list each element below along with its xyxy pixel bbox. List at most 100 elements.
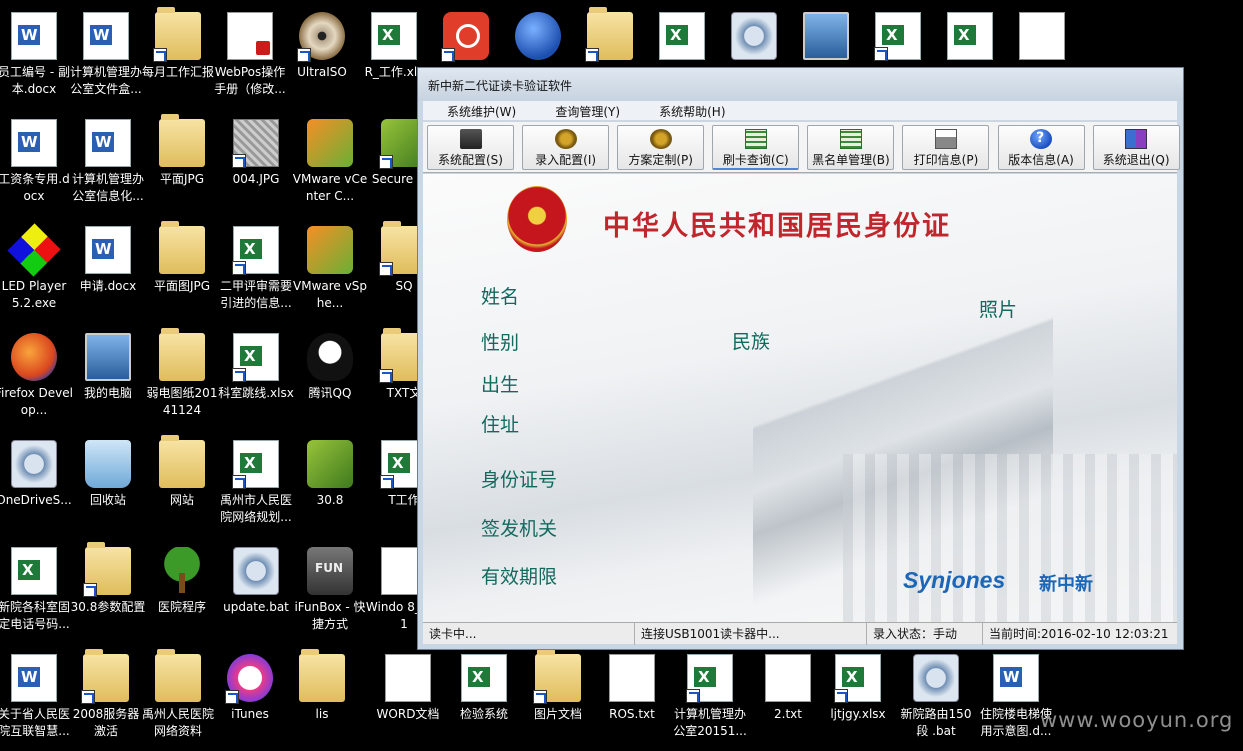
shortcut-arrow-icon	[232, 368, 246, 382]
desktop-icon[interactable]: iFunBox - 快捷方式	[290, 535, 370, 640]
desktop-icon-label: LED Player 5.2.exe	[1, 279, 67, 310]
desktop-icon[interactable]: 我的电脑	[68, 321, 148, 426]
folder-icon	[159, 114, 205, 167]
keyboard-icon	[459, 129, 482, 149]
desktop-icon[interactable]: 回收站	[68, 428, 148, 533]
desktop-icon[interactable]: 禹州人民医院网络资料	[138, 642, 218, 747]
shortcut-arrow-icon	[379, 262, 393, 276]
excel-icon	[686, 654, 733, 703]
desktop-icon[interactable]: 医院程序	[142, 535, 222, 640]
card-query-button[interactable]: 刷卡查询(C)	[712, 125, 800, 170]
desktop-icon-label: 申请.docx	[79, 279, 137, 293]
desktop-icon[interactable]: 2008服务器激活	[66, 642, 146, 747]
desktop-icon-label: 二甲评审需要引进的信息...	[219, 279, 292, 310]
tools-app-icon	[803, 12, 849, 60]
field-gender-label: 性别	[481, 332, 520, 354]
print-info-button[interactable]: 打印信息(P)	[902, 125, 990, 170]
desktop-icon[interactable]: 新院路由150段 .bat	[896, 642, 976, 747]
pdf-icon	[227, 12, 273, 60]
desktop-icon[interactable]: 申请.docx	[68, 214, 148, 319]
desktop-icon[interactable]: VMware vCenter C...	[290, 107, 370, 212]
exit-icon	[1125, 129, 1148, 149]
desktop-icon[interactable]: 网站	[142, 428, 222, 533]
desktop-icon-label: lis	[315, 707, 329, 721]
system-exit-button[interactable]: 系统退出(Q)	[1092, 125, 1180, 170]
file-icon	[1019, 12, 1065, 60]
desktop-icon[interactable]: VMware vSphe...	[290, 214, 370, 319]
excel-icon	[947, 12, 993, 60]
desktop-icon[interactable]: 员工编号 - 副本.docx	[0, 0, 74, 105]
desktop-icon-label: 平面图JPG	[153, 279, 211, 293]
folder-icon	[83, 542, 131, 597]
excel-icon	[11, 547, 57, 595]
desktop-icon[interactable]: ROS.txt	[592, 642, 672, 747]
great-wall-background-lower	[843, 454, 1177, 622]
desktop-icon-label: OneDriveS...	[0, 493, 72, 507]
edit-app-icon	[461, 654, 507, 702]
word-doc-icon	[993, 654, 1039, 702]
desktop-icon[interactable]: 弱电图纸20141124	[142, 321, 222, 426]
desktop-icon-label: iTunes	[231, 707, 269, 721]
id-card-reader-window[interactable]: 新中新二代证读卡验证软件 系统维护(W) 查询管理(Y) 系统帮助(H) 系统配…	[417, 67, 1184, 650]
scheme-custom-label: 方案定制(P)	[628, 153, 693, 167]
desktop-icon[interactable]: lis	[282, 642, 362, 747]
desktop-icon[interactable]: 004.JPG	[216, 107, 296, 212]
desktop-icon[interactable]: 新院各科室固定电话号码...	[0, 535, 74, 640]
desktop-icon[interactable]: WORD文档	[368, 642, 448, 747]
desktop-icon-label: ljtjgy.xlsx	[830, 707, 886, 721]
field-address-label: 住址	[481, 414, 520, 436]
status-entry-state: 录入状态：手动	[867, 623, 983, 645]
desktop-icon[interactable]: OneDriveS...	[0, 428, 74, 533]
excel-icon	[371, 12, 417, 60]
desktop-icon[interactable]: 30.8	[290, 428, 370, 533]
version-info-button[interactable]: 版本信息(A)	[997, 125, 1085, 170]
blacklist-button[interactable]: 黑名单管理(B)	[807, 125, 895, 170]
desktop-icon[interactable]: 二甲评审需要引进的信息...	[216, 214, 296, 319]
gear-file-icon	[913, 654, 959, 702]
desktop-icon[interactable]: ljtjgy.xlsx	[818, 642, 898, 747]
desktop-icon[interactable]: 禹州市人民医院网络规划...	[216, 428, 296, 533]
desktop-icon[interactable]: 30.8参数配置	[68, 535, 148, 640]
menu-query-management[interactable]: 查询管理(Y)	[531, 102, 630, 122]
menu-system-maintenance[interactable]: 系统维护(W)	[423, 102, 526, 122]
desktop-icon-label: 计算机管理办公室文件盒...	[69, 65, 142, 96]
desktop-icon[interactable]: WebPos操作手册（修改...	[210, 0, 290, 105]
entry-config-label: 录入配置(I)	[535, 153, 597, 167]
desktop-icon[interactable]: LED Player 5.2.exe	[0, 214, 74, 319]
desktop-icon[interactable]: iTunes	[210, 642, 290, 747]
scheme-custom-button[interactable]: 方案定制(P)	[617, 125, 705, 170]
shortcut-arrow-icon	[83, 583, 97, 597]
desktop-icon-label: 平面JPG	[159, 172, 205, 186]
watermark: www.wooyun.org	[1040, 708, 1234, 732]
desktop-icon[interactable]: 工资条专用.docx	[0, 107, 74, 212]
entry-config-button[interactable]: 录入配置(I)	[522, 125, 610, 170]
shortcut-arrow-icon	[834, 689, 848, 703]
desktop-icon[interactable]: 图片文档	[518, 642, 598, 747]
desktop-icon[interactable]: update.bat	[216, 535, 296, 640]
menu-system-help[interactable]: 系统帮助(H)	[635, 102, 735, 122]
desktop-icon[interactable]: 科室跳线.xlsx	[216, 321, 296, 426]
computer-icon	[85, 333, 131, 381]
qq-icon	[307, 333, 353, 381]
desktop-icon[interactable]: 计算机管理办公室20151...	[670, 642, 750, 747]
desktop-icon-label: VMware vCenter C...	[292, 172, 368, 203]
network-app-icon	[515, 12, 561, 60]
desktop-icon[interactable]: Firefox Develop...	[0, 321, 74, 426]
system-config-button[interactable]: 系统配置(S)	[427, 125, 514, 170]
desktop-icon[interactable]: 检验系统	[444, 642, 524, 747]
brand-logo-text: Synjones	[903, 567, 1006, 593]
desktop-icon[interactable]: 平面图JPG	[142, 214, 222, 319]
desktop-icon-label: UltraISO	[297, 65, 347, 79]
desktop-icon[interactable]: 计算机管理办公室信息化...	[68, 107, 148, 212]
desktop-icon[interactable]: 计算机管理办公室文件盒...	[66, 0, 146, 105]
desktop-icon[interactable]: 每月工作汇报	[138, 0, 218, 105]
menu-bar: 系统维护(W) 查询管理(Y) 系统帮助(H)	[423, 101, 1177, 121]
desktop-icon-label: 禹州市人民医院网络规划...	[219, 493, 292, 524]
desktop-icon[interactable]: UltraISO	[282, 0, 362, 105]
desktop-icon[interactable]: 平面JPG	[142, 107, 222, 212]
ifunbox-icon	[307, 547, 353, 595]
desktop-icon[interactable]: 腾讯QQ	[290, 321, 370, 426]
desktop-icon-label: 禹州人民医院网络资料	[141, 707, 214, 738]
desktop-icon[interactable]: 2.txt	[748, 642, 828, 747]
desktop-icon[interactable]: 关于省人民医院互联智慧...	[0, 642, 74, 747]
